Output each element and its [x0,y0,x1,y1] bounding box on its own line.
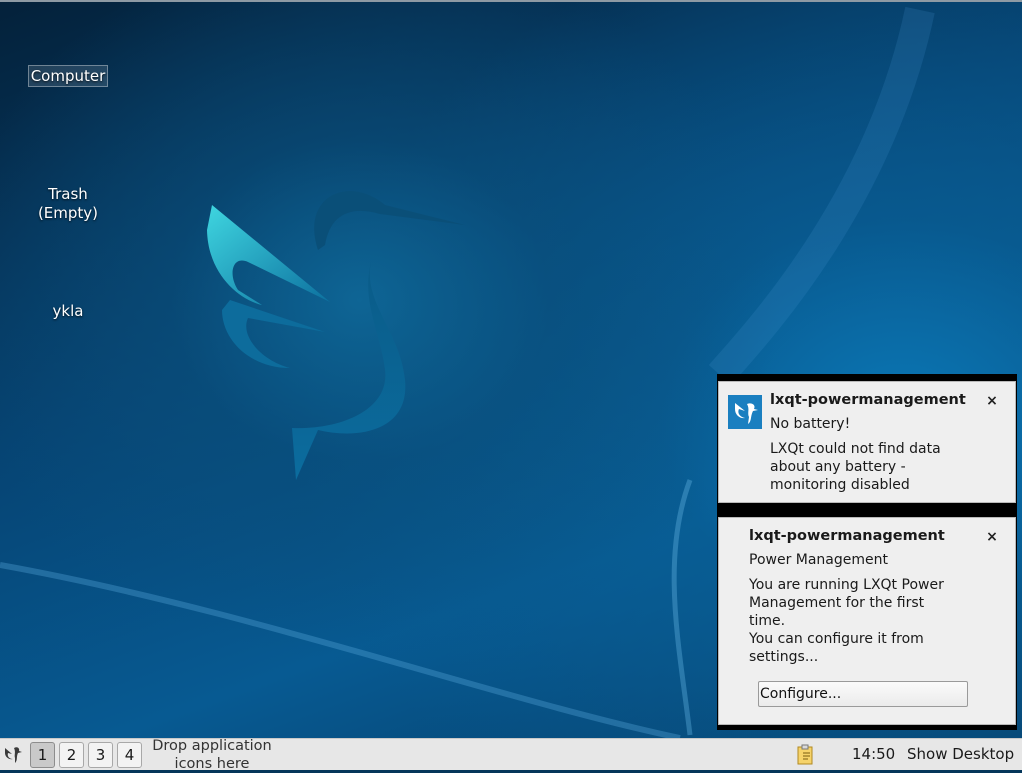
taskbar: 1 2 3 4 Drop application icons here 14:5… [0,737,1022,773]
clipboard-icon[interactable] [795,744,817,766]
lxqt-bird-icon[interactable] [2,743,24,765]
notification-body-line: You can configure it from [749,631,924,647]
notification-body-line: Management for the first [749,595,925,611]
clock[interactable]: 14:50 [852,745,895,763]
notification-first-run[interactable]: lxqt-powermanagement × Power Management … [718,517,1016,725]
workspace-3-button[interactable]: 3 [88,742,113,768]
drop-hint-line: Drop application [152,738,272,754]
lxqt-powermanagement-icon [728,395,762,429]
workspace-2-button[interactable]: 2 [59,742,84,768]
configure-button[interactable]: Configure... [758,681,968,707]
desktop-icon-home-folder[interactable]: ykla [13,302,123,321]
desktop-icon-trash[interactable]: Trash (Empty) [13,185,123,223]
notification-body-line: LXQt could not find data [770,441,941,457]
close-icon[interactable]: × [985,530,999,544]
workspace-1-button[interactable]: 1 [30,742,55,768]
notification-no-battery[interactable]: lxqt-powermanagement × No battery! LXQt … [718,381,1016,503]
notification-app-name: lxqt-powermanagement [770,392,966,408]
desktop-icon-trash-status: (Empty) [37,204,99,222]
desktop-icon-computer[interactable]: Computer [13,65,123,87]
close-icon[interactable]: × [985,394,999,408]
notification-body-line: about any battery - [770,459,906,475]
notification-body-line: You are running LXQt Power [749,577,944,593]
notification-app-name: lxqt-powermanagement [749,528,945,544]
workspace-4-button[interactable]: 4 [117,742,142,768]
notification-summary: Power Management [749,552,889,568]
drop-hint-line: icons here [174,756,250,772]
notification-body-line: settings... [749,649,819,665]
notification-body: You are running LXQt Power Management fo… [749,576,944,666]
notification-summary: No battery! [770,416,851,432]
show-desktop-button[interactable]: Show Desktop [907,745,1014,763]
desktop-icon-computer-label: Computer [27,65,109,87]
desktop-icon-trash-label: Trash [48,185,88,203]
notification-body-line: time. [749,613,786,629]
notification-body: LXQt could not find data about any batte… [770,440,941,494]
desktop-icon-home-label: ykla [52,302,84,320]
quicklaunch-drop-hint: Drop application icons here [150,737,274,773]
notification-body-line: monitoring disabled [770,477,910,493]
